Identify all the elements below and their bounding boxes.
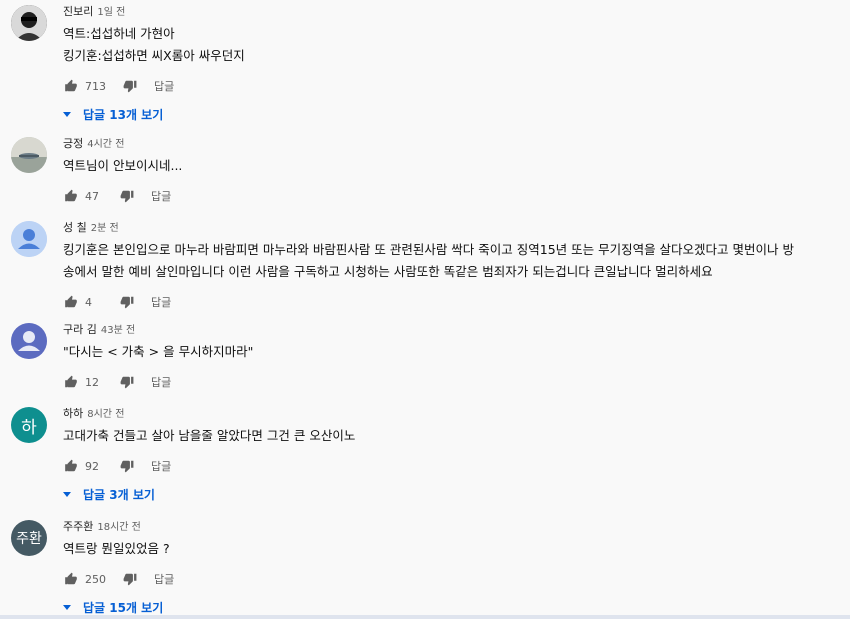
comment-text: 역트랑 뭔일있었음 ?	[63, 538, 830, 560]
comment-line: 역트랑 뭔일있었음 ?	[63, 541, 170, 556]
profile-photo	[11, 5, 47, 41]
view-replies-label: 답글 3개 보기	[83, 487, 155, 502]
like-count: 250	[85, 572, 106, 586]
comment-line: 킹기훈:섭섭하면 씨X롬아 싸우던지	[63, 48, 245, 63]
caret-down-icon	[63, 111, 71, 117]
comment-line: "다시는 < 가축 > 을 무시하지마라"	[63, 344, 254, 359]
thumbs-down-icon[interactable]	[119, 188, 135, 204]
avatar[interactable]	[11, 5, 47, 41]
like-count: 4	[85, 295, 92, 309]
bottom-divider	[0, 615, 850, 619]
reply-button[interactable]: 답글	[151, 294, 171, 310]
comment-text: 고대가축 건들고 살아 남을줄 알았다면 그건 큰 오산이노	[63, 425, 830, 447]
avatar-letter: 주환	[16, 531, 42, 547]
like-count: 47	[85, 189, 99, 203]
thumbs-up-icon[interactable]	[63, 188, 79, 204]
comment-author[interactable]: 진보리	[63, 5, 93, 18]
avatar[interactable]	[11, 137, 47, 173]
comment-author[interactable]: 긍정	[63, 137, 83, 150]
reply-button[interactable]: 답글	[151, 374, 171, 390]
reply-button[interactable]: 답글	[151, 458, 171, 474]
like-count: 713	[85, 79, 106, 93]
thumbs-up-icon[interactable]	[63, 78, 79, 94]
comment-line: 킹기훈은 본인입으로 마누라 바람피면 마누라와 바람핀사람 또 관련된사람 싹…	[63, 242, 795, 257]
default-user-icon	[11, 221, 47, 257]
comment-time[interactable]: 43분 전	[101, 325, 135, 336]
reply-button[interactable]: 답글	[154, 78, 174, 94]
caret-down-icon	[63, 604, 71, 610]
comment-text: "다시는 < 가축 > 을 무시하지마라"	[63, 341, 830, 363]
comment-text: 역트님이 안보이시네...	[63, 155, 830, 177]
avatar[interactable]: 주환	[11, 520, 47, 556]
reply-button[interactable]: 답글	[154, 571, 174, 587]
comment-line: 역트:섭섭하네 가현아	[63, 26, 175, 41]
comment-author[interactable]: 구라 김	[63, 323, 97, 336]
avatar[interactable]	[11, 323, 47, 359]
comment-time[interactable]: 18시간 전	[97, 522, 141, 533]
view-replies-button[interactable]: 답글 13개 보기	[63, 104, 830, 124]
thumbs-down-icon[interactable]	[119, 374, 135, 390]
avatar[interactable]	[11, 221, 47, 257]
comment-author[interactable]: 주주환	[63, 520, 93, 533]
thumbs-up-icon[interactable]	[63, 374, 79, 390]
like-count: 12	[85, 375, 99, 389]
reply-button[interactable]: 답글	[151, 188, 171, 204]
comment-time[interactable]: 4시간 전	[87, 139, 124, 150]
profile-photo	[11, 137, 47, 173]
thumbs-up-icon[interactable]	[63, 571, 79, 587]
avatar[interactable]: 하	[11, 407, 47, 443]
comment-time[interactable]: 8시간 전	[87, 409, 124, 420]
view-replies-button[interactable]: 답글 3개 보기	[63, 484, 830, 504]
comment-text: 킹기훈은 본인입으로 마누라 바람피면 마누라와 바람핀사람 또 관련된사람 싹…	[63, 239, 830, 283]
thumbs-down-icon[interactable]	[122, 571, 138, 587]
thumbs-down-icon[interactable]	[122, 78, 138, 94]
view-replies-label: 답글 15개 보기	[83, 600, 164, 615]
view-replies-label: 답글 13개 보기	[83, 107, 164, 122]
avatar-letter: 하	[21, 417, 37, 438]
comment-time[interactable]: 1일 전	[97, 7, 125, 18]
default-user-icon	[11, 323, 47, 359]
comment-line: 역트님이 안보이시네...	[63, 158, 183, 173]
thumbs-up-icon[interactable]	[63, 294, 79, 310]
comment-text: 역트:섭섭하네 가현아킹기훈:섭섭하면 씨X롬아 싸우던지	[63, 23, 830, 67]
comment-line: 고대가축 건들고 살아 남을줄 알았다면 그건 큰 오산이노	[63, 428, 356, 443]
comment-author[interactable]: 하하	[63, 407, 83, 420]
view-replies-button[interactable]: 답글 15개 보기	[63, 597, 830, 617]
thumbs-down-icon[interactable]	[119, 294, 135, 310]
comment-line: 송에서 말한 예비 살인마입니다 이런 사람을 구독하고 시청하는 사람또한 똑…	[63, 264, 713, 279]
thumbs-down-icon[interactable]	[119, 458, 135, 474]
comment-author[interactable]: 성 칠	[63, 221, 87, 234]
thumbs-up-icon[interactable]	[63, 458, 79, 474]
caret-down-icon	[63, 491, 71, 497]
comment-time[interactable]: 2분 전	[91, 223, 119, 234]
like-count: 92	[85, 459, 99, 473]
